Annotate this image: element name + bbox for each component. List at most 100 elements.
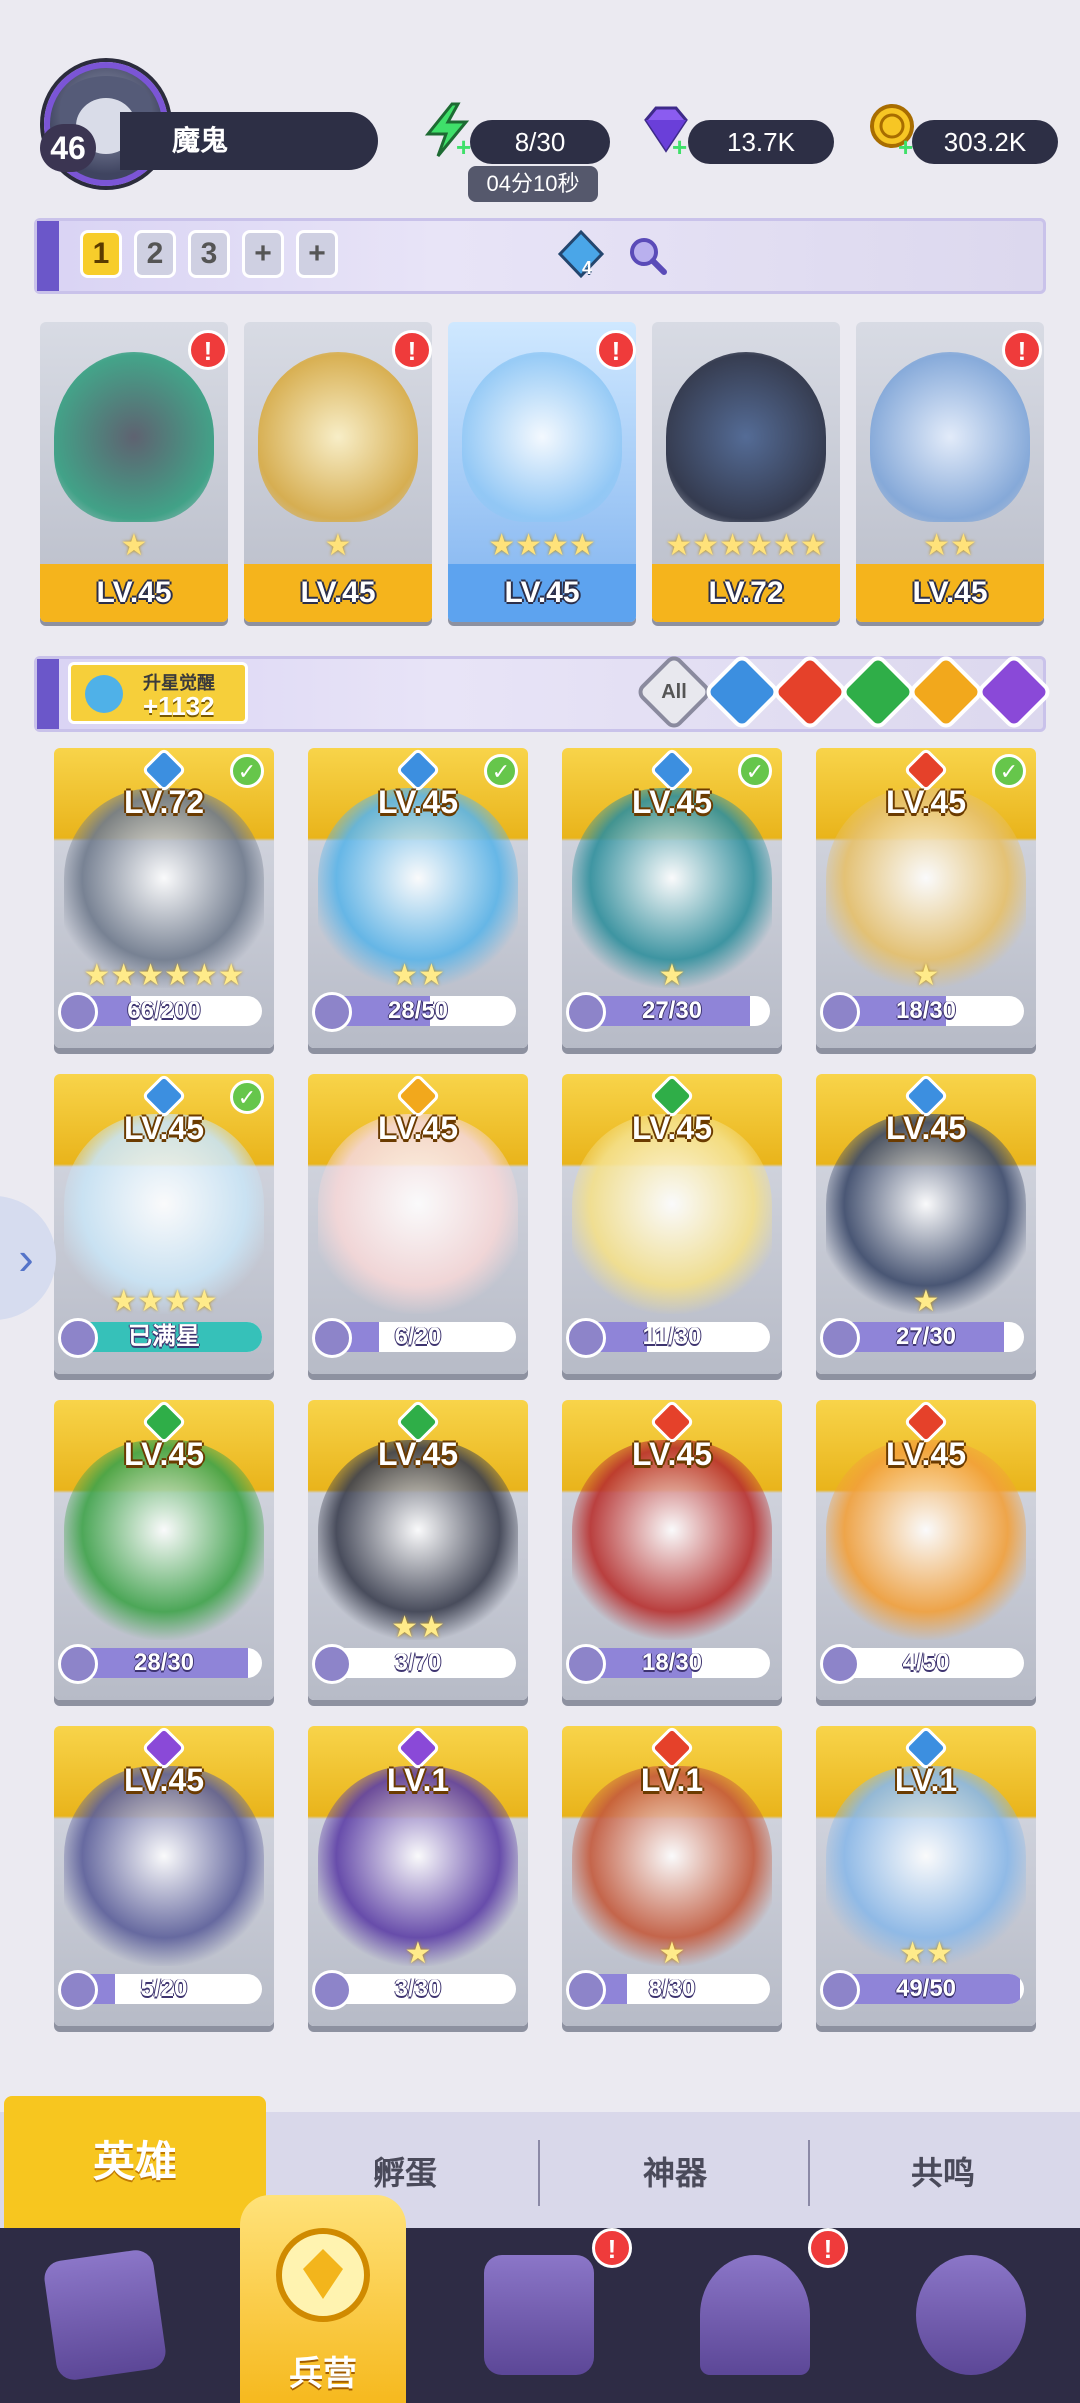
hero-level: LV.45 bbox=[123, 1436, 205, 1472]
hero-level: LV.45 bbox=[40, 564, 228, 622]
team-slot-1[interactable]: 1 bbox=[80, 230, 122, 278]
temple-icon[interactable] bbox=[700, 2255, 810, 2375]
hero-stars: ★★★★★★ bbox=[83, 959, 245, 992]
energy-timer: 04分10秒 bbox=[468, 166, 598, 202]
team-token-count: 4 bbox=[582, 258, 593, 278]
hero-stars: ★ bbox=[912, 959, 940, 992]
team-token-icon bbox=[557, 229, 605, 279]
hero-level: LV.45 bbox=[856, 564, 1044, 622]
hero-stars: ★★ bbox=[899, 1937, 953, 1970]
search-icon[interactable] bbox=[626, 234, 670, 278]
map-book-icon[interactable] bbox=[484, 2255, 594, 2375]
hero-level: LV.45 bbox=[244, 564, 432, 622]
awaken-value: +1132 bbox=[143, 691, 215, 721]
hero-card[interactable]: ✓ LV.45 ★ 27/30 bbox=[562, 748, 782, 1048]
nav-barracks[interactable]: 兵营 bbox=[240, 2195, 406, 2403]
team-hero-card[interactable]: ★★★★★★ LV.72 bbox=[652, 322, 840, 622]
hero-card[interactable]: LV.45 ★ 27/30 bbox=[816, 1074, 1036, 1374]
energy-bolt-icon: + bbox=[424, 102, 471, 160]
hero-card[interactable]: LV.45 ★★ 3/70 bbox=[308, 1400, 528, 1700]
team-slot-add-1[interactable]: + bbox=[242, 230, 284, 278]
check-icon: ✓ bbox=[230, 1080, 264, 1114]
shard-stone-icon bbox=[566, 1318, 606, 1358]
shard-stone-icon bbox=[58, 992, 98, 1032]
hero-card[interactable]: LV.45 5/20 bbox=[54, 1726, 274, 2026]
shard-stone-icon bbox=[566, 1644, 606, 1684]
hero-card[interactable]: LV.1 ★ 8/30 bbox=[562, 1726, 782, 2026]
hero-level: LV.45 bbox=[123, 1110, 205, 1146]
nav-barracks-label: 兵营 bbox=[289, 2355, 357, 2393]
alert-badge: ! bbox=[1002, 330, 1042, 370]
hero-card[interactable]: LV.45 4/50 bbox=[816, 1400, 1036, 1700]
svg-text:+: + bbox=[672, 132, 687, 160]
hero-stars: ★★ bbox=[923, 529, 977, 562]
gem-icon[interactable]: + bbox=[636, 100, 696, 160]
key-icon bbox=[85, 675, 123, 713]
alert-badge: ! bbox=[592, 2228, 632, 2268]
hero-stars: ★★★★ bbox=[110, 1285, 218, 1318]
hero-card[interactable]: LV.45 18/30 bbox=[562, 1400, 782, 1700]
hero-level: LV.45 bbox=[123, 1762, 205, 1798]
hero-stars: ★ bbox=[912, 1285, 940, 1318]
team-slot-2[interactable]: 2 bbox=[134, 230, 176, 278]
hero-level: LV.45 bbox=[377, 784, 459, 820]
shard-stone-icon bbox=[312, 1318, 352, 1358]
shard-stone-icon bbox=[820, 1970, 860, 2010]
team-bar bbox=[34, 218, 1046, 294]
hero-card[interactable]: ✓ LV.45 ★ 18/30 bbox=[816, 748, 1036, 1048]
hero-card[interactable]: LV.1 ★★ 49/50 bbox=[816, 1726, 1036, 2026]
shard-stone-icon bbox=[820, 1644, 860, 1684]
energy-value: 8/30 bbox=[470, 120, 610, 164]
hero-stars: ★★ bbox=[391, 959, 445, 992]
hero-stars: ★ bbox=[658, 959, 686, 992]
shard-stone-icon bbox=[312, 1970, 352, 2010]
player-level-badge: 46 bbox=[40, 124, 96, 172]
mushroom-shrine-icon[interactable] bbox=[916, 2255, 1026, 2375]
check-icon: ✓ bbox=[738, 754, 772, 788]
shard-stone-icon bbox=[566, 1970, 606, 2010]
hero-level: LV.45 bbox=[885, 784, 967, 820]
hero-stars: ★ bbox=[658, 1937, 686, 1970]
check-icon: ✓ bbox=[230, 754, 264, 788]
expand-panel-arrow-icon[interactable]: › bbox=[0, 1196, 56, 1320]
hero-level: LV.45 bbox=[377, 1436, 459, 1472]
hero-card[interactable]: LV.45 11/30 bbox=[562, 1074, 782, 1374]
barracks-icon bbox=[276, 2228, 370, 2322]
hero-card[interactable]: ✓ LV.45 ★★ 28/50 bbox=[308, 748, 528, 1048]
team-slot-add-2[interactable]: + bbox=[296, 230, 338, 278]
hero-stars: ★ bbox=[324, 529, 352, 562]
tab-resonance[interactable]: 共鸣 bbox=[810, 2128, 1076, 2218]
alert-badge: ! bbox=[596, 330, 636, 370]
hero-level: LV.1 bbox=[640, 1762, 704, 1798]
shard-stone-icon bbox=[58, 1318, 98, 1358]
shard-stone-icon bbox=[820, 1318, 860, 1358]
tab-artifact[interactable]: 神器 bbox=[540, 2128, 810, 2218]
hero-level: LV.45 bbox=[885, 1436, 967, 1472]
team-slot-3[interactable]: 3 bbox=[188, 230, 230, 278]
gem-value: 13.7K bbox=[688, 120, 834, 164]
hero-level: LV.45 bbox=[631, 1110, 713, 1146]
hero-stars: ★★★★ bbox=[488, 529, 596, 562]
shard-stone-icon bbox=[58, 1644, 98, 1684]
hero-level: LV.1 bbox=[386, 1762, 450, 1798]
player-name[interactable]: 魔鬼 bbox=[120, 112, 378, 170]
hero-card[interactable]: LV.1 ★ 3/30 bbox=[308, 1726, 528, 2026]
hero-level: LV.45 bbox=[377, 1110, 459, 1146]
hero-level: LV.72 bbox=[652, 564, 840, 622]
hero-card[interactable]: ✓ LV.45 ★★★★ 已满星 bbox=[54, 1074, 274, 1374]
hero-level: LV.45 bbox=[631, 1436, 713, 1472]
hero-stars: ★ bbox=[404, 1937, 432, 1970]
hero-card[interactable]: LV.45 6/20 bbox=[308, 1074, 528, 1374]
alert-badge: ! bbox=[188, 330, 228, 370]
hero-card[interactable]: ✓ LV.72 ★★★★★★ 66/200 bbox=[54, 748, 274, 1048]
hero-stars: ★★★★★★ bbox=[665, 529, 827, 562]
hero-card[interactable]: LV.45 28/30 bbox=[54, 1400, 274, 1700]
tab-heroes[interactable]: 英雄 bbox=[4, 2096, 266, 2228]
star-awaken-button[interactable]: 升星觉醒 +1132 bbox=[68, 662, 248, 724]
hero-level: LV.72 bbox=[123, 784, 205, 820]
hero-level: LV.1 bbox=[894, 1762, 958, 1798]
hero-stars: ★★ bbox=[391, 1611, 445, 1644]
cards-icon[interactable] bbox=[42, 2247, 168, 2383]
svg-text:+: + bbox=[898, 132, 913, 160]
check-icon: ✓ bbox=[992, 754, 1026, 788]
